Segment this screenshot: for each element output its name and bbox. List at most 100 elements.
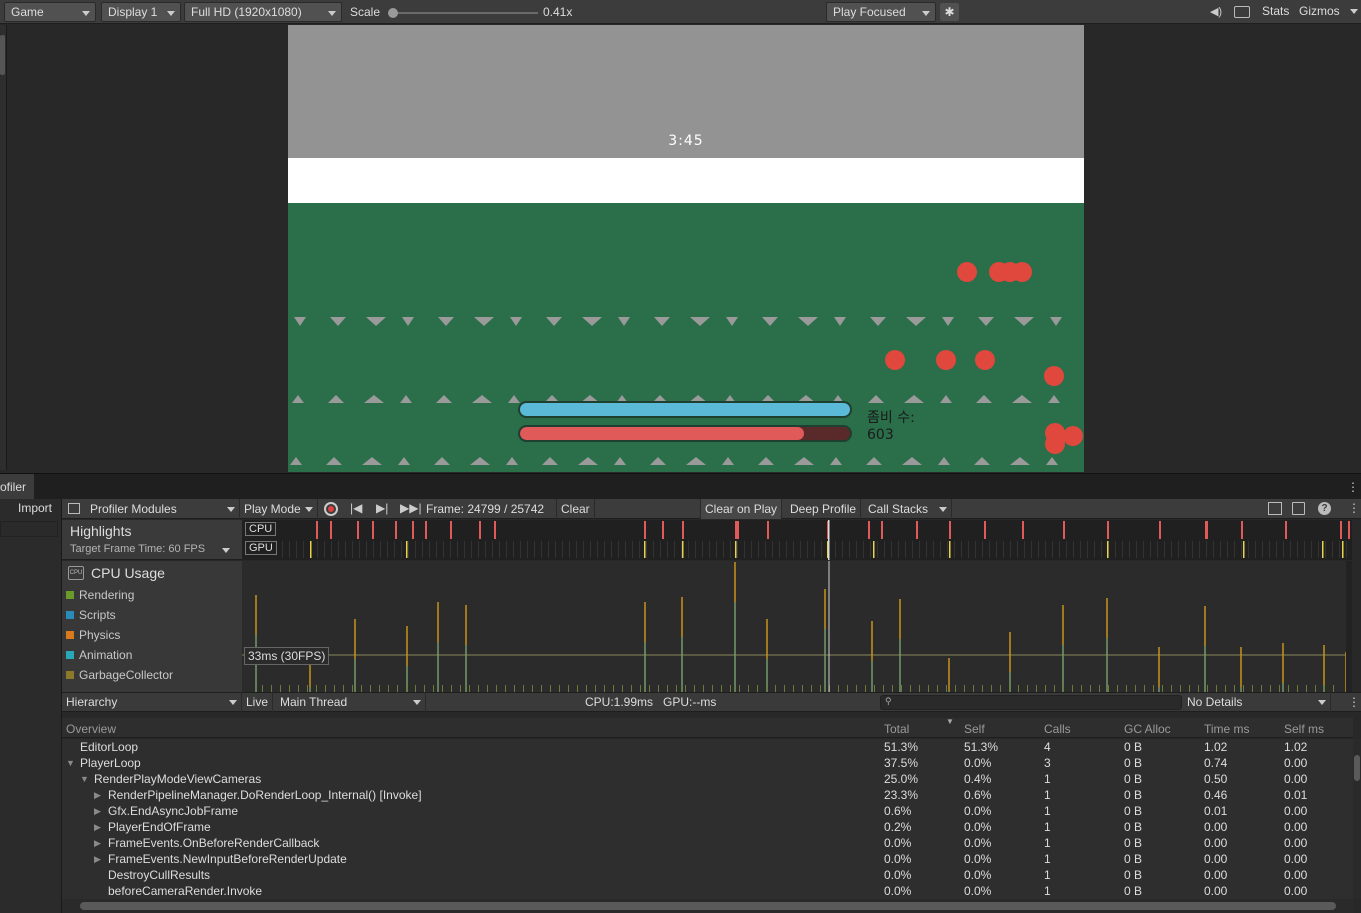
legend-item-physics[interactable]: Physics [66, 628, 120, 642]
search-input[interactable]: ⚲ [880, 695, 1182, 710]
resolution-select[interactable]: Full HD (1920x1080) [184, 2, 342, 22]
gizmos-dropdown-icon[interactable] [1350, 9, 1358, 14]
col-overview[interactable]: Overview [66, 722, 116, 736]
table-row[interactable]: ▶ PlayerEndOfFrame 0.2% 0.0% 1 0 B 0.00 0.00 [62, 819, 1353, 835]
gpu-frame-tick [282, 541, 283, 558]
zombie-0 [957, 262, 977, 282]
scale-slider-handle[interactable] [388, 8, 398, 18]
hierarchy-menu-icon[interactable]: ⋮ [1348, 695, 1360, 709]
table-scroll-thumb[interactable] [1354, 755, 1360, 781]
view-select[interactable]: Game [4, 2, 96, 22]
legend-item-animation[interactable]: Animation [66, 648, 132, 662]
thread-select[interactable]: Main Thread [276, 692, 426, 712]
row-self: 51.3% [964, 740, 999, 754]
profiler-modules-select[interactable]: Profiler Modules [86, 499, 240, 519]
table-horizontal-scrollbar[interactable] [62, 899, 1353, 913]
grass-tuft [798, 317, 818, 326]
col-total[interactable]: Total [884, 722, 909, 736]
table-row[interactable]: ▼ PlayerLoop 37.5% 0.0% 3 0 B 0.74 0.00 [62, 755, 1353, 771]
cpu-chart-scrollbar[interactable] [1346, 561, 1352, 692]
clear-button[interactable]: Clear [556, 499, 595, 519]
col-time-ms[interactable]: Time ms [1204, 722, 1250, 736]
highlights-timeline[interactable]: CPU GPU [242, 520, 1352, 560]
col-gc-alloc[interactable]: GC Alloc [1124, 722, 1171, 736]
cpu-baseline-tick [604, 685, 605, 692]
table-row[interactable]: ▶ RenderPipelineManager.DoRenderLoop_Inte… [62, 787, 1353, 803]
grass-tuft [472, 395, 492, 403]
mute-audio-icon[interactable]: ◀) [1208, 4, 1224, 20]
horizontal-scroll-thumb[interactable] [80, 902, 1336, 910]
cpu-baseline-tick [667, 685, 668, 692]
target-frame-select[interactable]: Target Frame Time: 60 FPS [70, 543, 205, 555]
details-select[interactable]: No Details [1183, 692, 1331, 712]
call-stacks-button[interactable]: Call Stacks [864, 499, 952, 519]
collapsed-arrow-icon[interactable]: ▶ [94, 822, 101, 833]
game-viewport[interactable]: 3:45 좀비 수: 603 [288, 25, 1084, 472]
bug-icon[interactable]: ✱ [940, 3, 959, 21]
col-calls[interactable]: Calls [1044, 722, 1071, 736]
legend-item-scripts[interactable]: Scripts [66, 608, 116, 622]
gizmos-button[interactable]: Gizmos [1295, 2, 1344, 22]
side-field[interactable] [0, 521, 58, 537]
live-button[interactable]: Live [242, 692, 274, 712]
stats-button[interactable]: Stats [1258, 2, 1293, 22]
expanded-arrow-icon[interactable]: ▼ [80, 774, 89, 784]
table-row[interactable]: ▼ RenderPlayModeViewCameras 25.0% 0.4% 1 0 B 0… [62, 771, 1353, 787]
cpu-baseline-tick [280, 685, 281, 692]
profiler-menu-icon[interactable]: ⋮ [1348, 501, 1360, 515]
left-scrollbar-thumb[interactable] [0, 35, 5, 75]
row-name: RenderPipelineManager.DoRenderLoop_Inter… [108, 788, 422, 802]
hierarchy-view-select[interactable]: Hierarchy [62, 692, 242, 712]
expanded-arrow-icon[interactable]: ▼ [66, 758, 75, 768]
cpu-baseline-tick [361, 685, 362, 692]
table-vertical-scrollbar[interactable] [1353, 739, 1361, 899]
display-select[interactable]: Display 1 [101, 2, 181, 22]
first-frame-icon[interactable]: |◀ [350, 501, 362, 515]
table-row[interactable]: ▶ Gfx.EndAsyncJobFrame 0.6% 0.0% 1 0 B 0.01 0.0… [62, 803, 1353, 819]
cpu-baseline-tick [991, 685, 992, 692]
play-mode-select[interactable]: Play Focused [826, 2, 936, 22]
collapsed-arrow-icon[interactable]: ▶ [94, 854, 101, 865]
play-mode-target-select[interactable]: Play Mode [240, 499, 318, 519]
tab-profiler[interactable]: ofiler [0, 474, 34, 499]
cpu-baseline-tick [973, 685, 974, 692]
collapsed-arrow-icon[interactable]: ▶ [94, 790, 101, 801]
last-frame-icon[interactable]: ▶▶| [400, 501, 422, 515]
gpu-frame-tick [506, 541, 507, 558]
legend-item-rendering[interactable]: Rendering [66, 588, 134, 602]
gpu-frame-tick [1290, 541, 1291, 558]
gpu-frame-tick [695, 541, 696, 558]
gpu-frame-tick [366, 541, 367, 558]
next-frame-icon[interactable]: ▶| [376, 501, 388, 515]
grass-tuft [546, 317, 562, 326]
load-icon[interactable] [1268, 502, 1282, 515]
col-self[interactable]: Self [964, 722, 985, 736]
keyboard-icon[interactable] [1234, 6, 1250, 18]
cpu-baseline-tick [748, 685, 749, 692]
cpu-baseline-tick [703, 685, 704, 692]
collapsed-arrow-icon[interactable]: ▶ [94, 838, 101, 849]
help-icon[interactable]: ? [1318, 502, 1331, 515]
legend-item-garbagecollector[interactable]: GarbageCollector [66, 668, 173, 682]
gpu-frame-tick [408, 541, 409, 558]
record-button[interactable] [324, 502, 338, 516]
clear-on-play-button[interactable]: Clear on Play [700, 499, 783, 519]
gpu-frame-tick [1171, 541, 1172, 558]
target-frame-dropdown-icon[interactable] [222, 548, 230, 553]
scale-slider-track[interactable] [390, 12, 538, 14]
table-row[interactable]: ▶ FrameEvents.NewInputBeforeRenderUpdate 0… [62, 851, 1353, 867]
sidebar-toggle-icon[interactable] [68, 503, 80, 514]
table-row[interactable]: EditorLoop 51.3% 51.3% 4 0 B 1.02 1.02 [62, 739, 1353, 755]
deep-profile-button[interactable]: Deep Profile [786, 499, 862, 519]
cpu-highlight-mark [682, 521, 684, 539]
table-row[interactable]: ▶ FrameEvents.OnBeforeRenderCallback 0.0% 0… [62, 835, 1353, 851]
cpu-usage-chart[interactable]: 33ms (30FPS) [242, 561, 1352, 692]
grass-tuft [726, 317, 738, 326]
table-row[interactable]: beforeCameraRender.Invoke 0.0% 0.0% 1 0 B 0.0… [62, 883, 1353, 899]
collapsed-arrow-icon[interactable]: ▶ [94, 806, 101, 817]
tab-menu-icon[interactable]: ⋮ [1347, 480, 1359, 494]
table-row[interactable]: DestroyCullResults 0.0% 0.0% 1 0 B 0.00 0.00 [62, 867, 1353, 883]
import-button[interactable]: Import [18, 501, 52, 515]
col-self-ms[interactable]: Self ms [1284, 722, 1324, 736]
save-icon[interactable] [1292, 502, 1305, 515]
